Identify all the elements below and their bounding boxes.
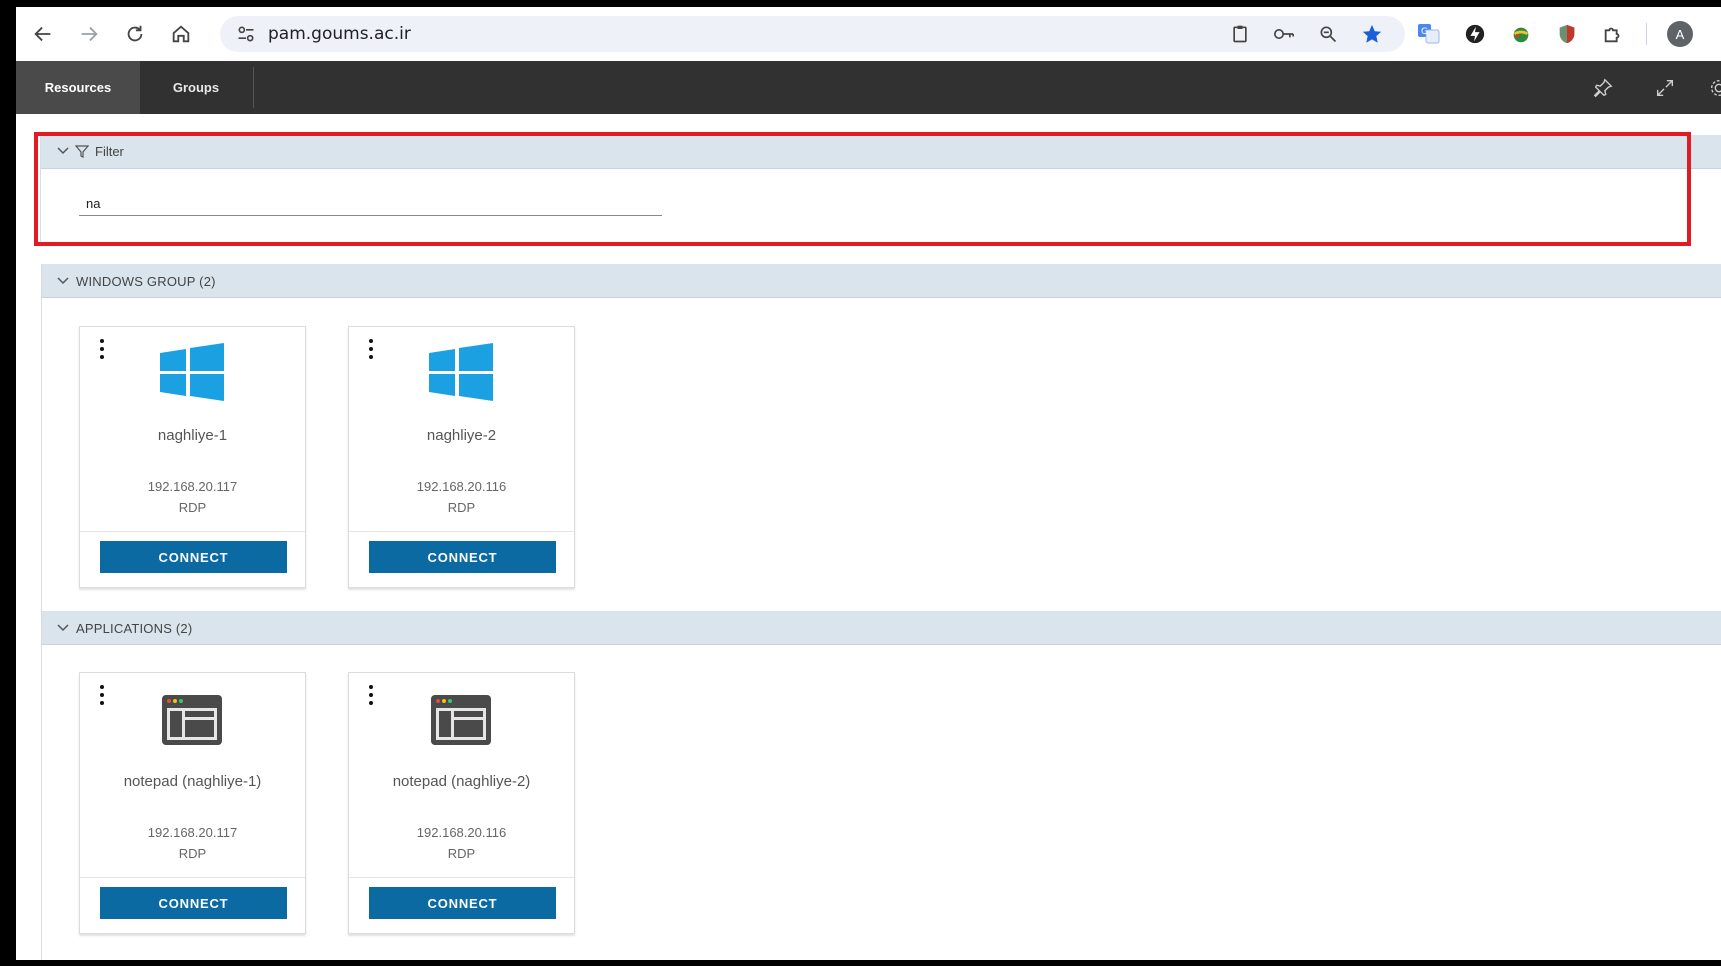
resource-ip: 192.168.20.117 (147, 825, 238, 840)
resource-name: naghliye-1 (157, 427, 228, 444)
resource-protocol: RDP (447, 500, 476, 515)
windows-logo-icon (160, 343, 224, 401)
url-text[interactable]: pam.goums.ac.ir (268, 24, 411, 44)
site-info-icon[interactable] (226, 24, 266, 44)
back-button[interactable] (24, 15, 62, 53)
translate-extension-icon[interactable]: G (1416, 21, 1442, 47)
filter-label: Filter (95, 144, 124, 159)
resource-ip: 192.168.20.116 (416, 825, 507, 840)
app-header: Resources Groups (16, 61, 1721, 114)
windows-logo-icon (429, 343, 493, 401)
reload-button[interactable] (116, 15, 154, 53)
expand-icon[interactable] (1652, 75, 1678, 101)
card-divider (80, 877, 305, 878)
resource-protocol: RDP (178, 846, 207, 861)
bookmark-star-icon[interactable] (1359, 21, 1385, 47)
filter-input[interactable] (79, 191, 662, 216)
forward-button[interactable] (70, 15, 108, 53)
resource-protocol: RDP (447, 846, 476, 861)
card-divider (349, 531, 574, 532)
screenshot-frame-bottom (0, 960, 1721, 966)
application-window-icon (162, 695, 222, 745)
kebab-menu-icon[interactable] (96, 685, 108, 709)
lightning-extension-icon[interactable] (1462, 21, 1488, 47)
connect-button[interactable]: CONNECT (369, 541, 556, 573)
screenshot-frame-left (0, 0, 16, 966)
clipboard-icon[interactable] (1227, 21, 1253, 47)
card-divider (349, 877, 574, 878)
resource-card: naghliye-2 192.168.20.116 RDP CONNECT (348, 326, 575, 588)
group-section-applications: APPLICATIONS (2) notepad (naghliye-1) 19… (41, 611, 1721, 960)
tab-groups[interactable]: Groups (140, 61, 252, 114)
extensions-puzzle-icon[interactable] (1600, 21, 1626, 47)
application-window-icon (431, 695, 491, 745)
shield-extension-icon[interactable] (1554, 21, 1580, 47)
connect-button[interactable]: CONNECT (369, 887, 556, 919)
group-section-windows: WINDOWS GROUP (2) naghliye-1 192.168.20.… (41, 264, 1721, 614)
chevron-down-icon (57, 277, 69, 285)
filter-panel: Filter (40, 135, 1721, 243)
profile-avatar[interactable]: A (1667, 21, 1693, 47)
home-button[interactable] (162, 15, 200, 53)
tab-divider (253, 67, 254, 108)
filter-header[interactable]: Filter (41, 135, 1721, 169)
svg-text:G: G (1421, 27, 1428, 37)
resource-name: naghliye-2 (426, 427, 497, 444)
group-header-windows[interactable]: WINDOWS GROUP (2) (42, 264, 1721, 298)
resource-card: naghliye-1 192.168.20.117 RDP CONNECT (79, 326, 306, 588)
group-title: APPLICATIONS (2) (76, 621, 193, 636)
address-bar[interactable]: pam.goums.ac.ir (220, 16, 1405, 52)
zoom-out-icon[interactable] (1315, 21, 1341, 47)
resource-ip: 192.168.20.116 (416, 479, 507, 494)
group-header-applications[interactable]: APPLICATIONS (2) (42, 611, 1721, 645)
reload-icon (127, 25, 143, 42)
resource-card: notepad (naghliye-2) 192.168.20.116 RDP … (348, 672, 575, 934)
settings-gear-icon[interactable] (1706, 75, 1721, 101)
filter-funnel-icon (75, 145, 89, 158)
card-divider (80, 531, 305, 532)
tab-resources[interactable]: Resources (16, 61, 140, 114)
toolbar-separator (1646, 23, 1647, 45)
pin-icon[interactable] (1590, 75, 1616, 101)
resource-name: notepad (naghliye-2) (392, 773, 531, 790)
kebab-menu-icon[interactable] (365, 685, 377, 709)
resource-protocol: RDP (178, 500, 207, 515)
kebab-menu-icon[interactable] (365, 339, 377, 363)
resource-ip: 192.168.20.117 (147, 479, 238, 494)
chevron-down-icon (57, 147, 69, 155)
resource-card: notepad (naghliye-1) 192.168.20.117 RDP … (79, 672, 306, 934)
connect-button[interactable]: CONNECT (100, 541, 287, 573)
kebab-menu-icon[interactable] (96, 339, 108, 363)
screenshot-frame-top (0, 0, 1721, 7)
arrow-left-icon (34, 26, 51, 42)
arrow-right-icon (81, 26, 98, 42)
chevron-down-icon (57, 624, 69, 632)
resource-name: notepad (naghliye-1) (123, 773, 262, 790)
key-icon[interactable] (1271, 21, 1297, 47)
group-title: WINDOWS GROUP (2) (76, 274, 216, 289)
connect-button[interactable]: CONNECT (100, 887, 287, 919)
globe-extension-icon[interactable] (1508, 21, 1534, 47)
browser-toolbar: pam.goums.ac.ir G A (16, 7, 1721, 61)
home-icon (172, 25, 190, 43)
